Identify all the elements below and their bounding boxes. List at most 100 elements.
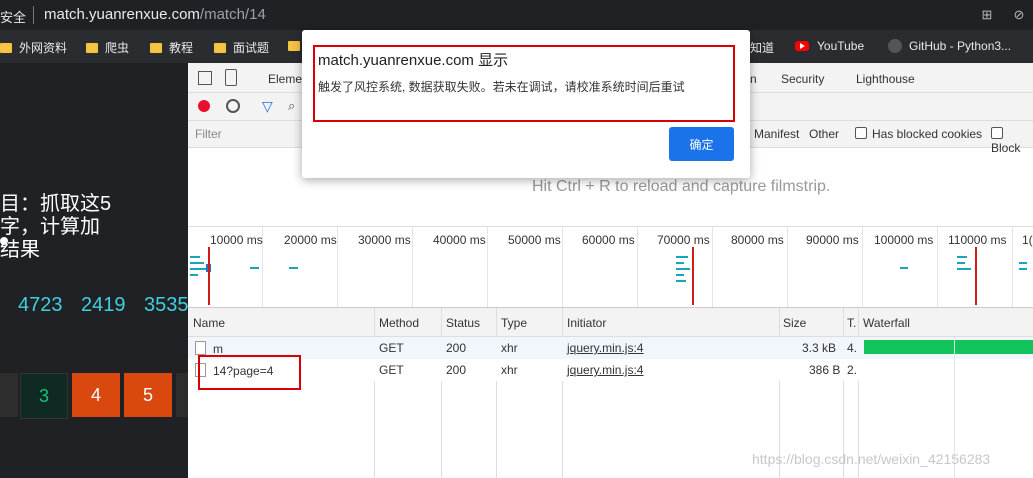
url-field[interactable]: match.yuanrenxue.com/match/14 <box>44 6 266 23</box>
dialog-message: 触发了风控系统, 数据获取失败。若未在调试，请校准系统时间后重试 <box>318 80 685 94</box>
folder-icon <box>214 43 226 53</box>
request-initiator-link[interactable]: jquery.min.js:4 <box>567 341 643 355</box>
github-icon <box>888 39 902 53</box>
security-indicator[interactable]: 安全 <box>0 7 26 26</box>
timeline-tick: 20000 ms <box>284 233 337 247</box>
alert-dialog: match.yuanrenxue.com 显示 触发了风控系统, 数据获取失败。… <box>302 30 750 178</box>
column-status[interactable]: Status <box>446 316 480 330</box>
checkbox-icon <box>991 127 1003 139</box>
filter-input[interactable]: Filter <box>195 127 222 141</box>
bookmark-folder[interactable]: 外网资料 <box>0 39 67 56</box>
cursor-dot <box>0 237 8 245</box>
page-content: 目：抓取这5 字，计算加 结果 4723 2419 3535 3 4 5 <box>0 63 189 478</box>
grid-line <box>337 227 338 307</box>
event-marker <box>692 247 694 305</box>
bookmark-youtube[interactable]: YouTube <box>795 39 864 53</box>
request-time: 4. <box>847 341 858 355</box>
activity-mark <box>676 268 690 270</box>
activity-mark <box>676 256 688 258</box>
number-value: 3535 <box>144 294 189 316</box>
column-time[interactable]: T. <box>847 316 856 330</box>
column-size[interactable]: Size <box>783 316 806 330</box>
blocked-cookies-checkbox[interactable]: Has blocked cookies <box>855 127 982 141</box>
timeline-tick: 1( <box>1022 233 1033 247</box>
timeline-overview[interactable]: 10000 ms 20000 ms 30000 ms 40000 ms 5000… <box>188 226 1033 308</box>
request-time: 2. <box>847 363 858 377</box>
timeline-tick: 80000 ms <box>731 233 784 247</box>
address-bar: 安全 match.yuanrenxue.com/match/14 ⊞ ⊘ <box>0 0 1033 30</box>
request-initiator-link[interactable]: jquery.min.js:4 <box>567 363 643 377</box>
filter-other[interactable]: Other <box>809 127 839 141</box>
page-button[interactable] <box>0 373 18 417</box>
activity-mark <box>190 256 200 258</box>
request-status: 200 <box>446 363 467 377</box>
highlight-box <box>198 355 301 390</box>
activity-mark <box>676 262 684 264</box>
device-toggle-icon[interactable] <box>225 69 237 86</box>
column-divider <box>441 308 442 478</box>
column-divider <box>496 308 497 478</box>
bookmark-github[interactable]: GitHub - Python3... <box>888 39 1011 53</box>
dialog-title: match.yuanrenxue.com 显示 <box>318 52 509 69</box>
column-waterfall[interactable]: Waterfall <box>863 316 910 330</box>
activity-mark <box>1019 262 1027 264</box>
grid-line <box>637 227 638 307</box>
activity-mark <box>190 274 198 276</box>
ok-button[interactable]: 确定 <box>669 127 734 161</box>
timeline-tick: 60000 ms <box>582 233 635 247</box>
page-button-active[interactable]: 3 <box>20 373 68 419</box>
grid-line <box>412 227 413 307</box>
activity-mark <box>1019 268 1027 270</box>
tab-network[interactable]: n <box>750 72 757 86</box>
page-button[interactable]: 5 <box>124 373 172 417</box>
file-icon <box>195 341 206 355</box>
divider <box>33 6 34 24</box>
page-button[interactable] <box>176 373 188 417</box>
bookmark-zhidao[interactable]: 知道 <box>750 39 774 56</box>
clear-icon[interactable] <box>226 99 240 113</box>
activity-mark <box>190 262 204 264</box>
record-icon[interactable] <box>198 100 210 112</box>
eye-off-icon[interactable]: ⊘ <box>1010 6 1028 24</box>
activity-mark <box>289 267 298 269</box>
bookmark-folder[interactable]: 面试题 <box>214 39 269 56</box>
timeline-tick: 10000 ms <box>210 233 263 247</box>
folder-icon <box>0 43 12 53</box>
column-type[interactable]: Type <box>501 316 527 330</box>
youtube-icon <box>795 41 809 51</box>
blocked-requests-checkbox[interactable]: Block <box>991 127 1033 155</box>
request-name[interactable]: m <box>195 341 223 356</box>
timeline-tick: 40000 ms <box>433 233 486 247</box>
tab-security[interactable]: Security <box>781 72 824 86</box>
tab-lighthouse[interactable]: Lighthouse <box>856 72 915 86</box>
column-divider <box>562 308 563 478</box>
column-method[interactable]: Method <box>379 316 419 330</box>
bookmark-folder[interactable]: 爬虫 <box>86 39 129 56</box>
bookmark-folder[interactable]: 教程 <box>150 39 193 56</box>
folder-icon <box>86 43 98 53</box>
grid-line <box>487 227 488 307</box>
column-name[interactable]: Name <box>193 316 225 330</box>
grid-line <box>937 227 938 307</box>
timeline-tick: 70000 ms <box>657 233 710 247</box>
column-initiator[interactable]: Initiator <box>567 316 606 330</box>
page-button[interactable]: 4 <box>72 373 120 417</box>
number-value: 2419 <box>81 294 126 316</box>
filter-icon[interactable]: ▽ <box>262 98 273 115</box>
search-icon[interactable]: ⌕ <box>288 98 295 114</box>
tab-elements[interactable]: Eleme <box>268 72 302 86</box>
timeline-tick: 110000 ms <box>948 233 1007 247</box>
translate-icon[interactable]: ⊞ <box>978 6 996 24</box>
waterfall-bar <box>864 340 1033 354</box>
activity-mark <box>957 268 971 270</box>
grid-line <box>712 227 713 307</box>
request-size: 3.3 kB <box>802 341 837 355</box>
request-type: xhr <box>501 363 518 377</box>
inspect-icon[interactable] <box>198 71 212 85</box>
filmstrip-hint: Hit Ctrl + R to reload and capture films… <box>532 178 831 195</box>
filter-manifest[interactable]: Manifest <box>754 127 799 141</box>
grid-line <box>787 227 788 307</box>
activity-mark <box>957 262 965 264</box>
folder-icon <box>150 43 162 53</box>
request-method: GET <box>379 341 404 355</box>
